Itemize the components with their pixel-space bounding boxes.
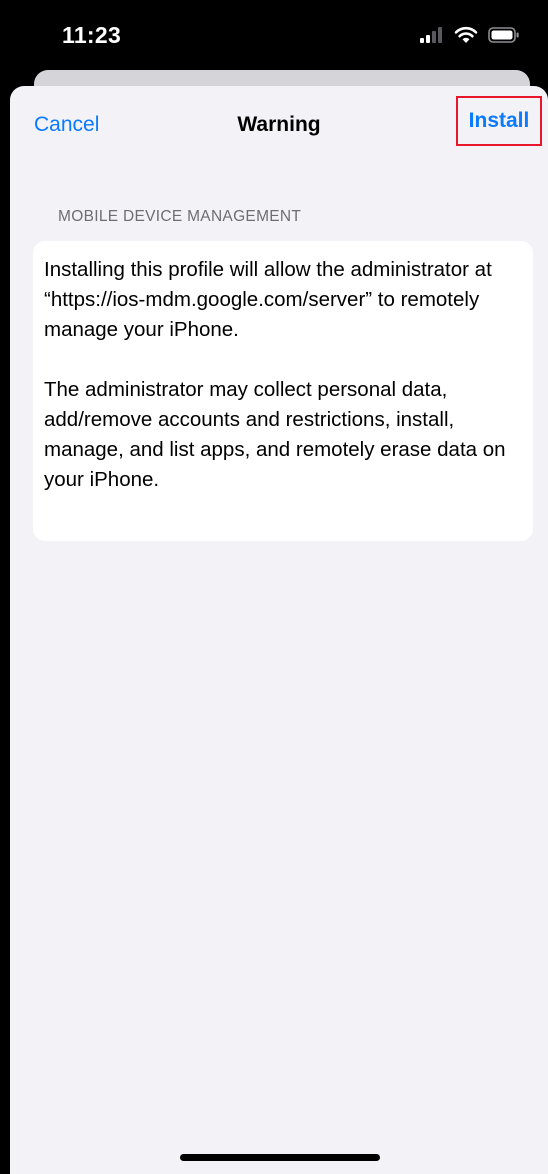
home-indicator[interactable]	[180, 1154, 380, 1161]
status-time: 11:23	[62, 22, 122, 48]
warning-paragraph: Installing this profile will allow the a…	[44, 258, 492, 341]
warning-card: Installing this profile will allow the a…	[33, 241, 533, 541]
install-profile-sheet: Cancel Warning Install MOBILE DEVICE MAN…	[10, 86, 548, 1174]
battery-icon	[488, 27, 520, 43]
section-header: MOBILE DEVICE MANAGEMENT	[58, 208, 302, 225]
status-icons	[420, 26, 520, 44]
wifi-icon	[454, 26, 478, 44]
status-bar: 11:23	[0, 0, 548, 78]
install-button[interactable]: Install	[456, 96, 542, 146]
navigation-bar: Cancel Warning Install	[10, 86, 548, 166]
warning-paragraph: The administrator may collect personal d…	[44, 378, 506, 491]
cellular-signal-icon	[420, 27, 444, 43]
